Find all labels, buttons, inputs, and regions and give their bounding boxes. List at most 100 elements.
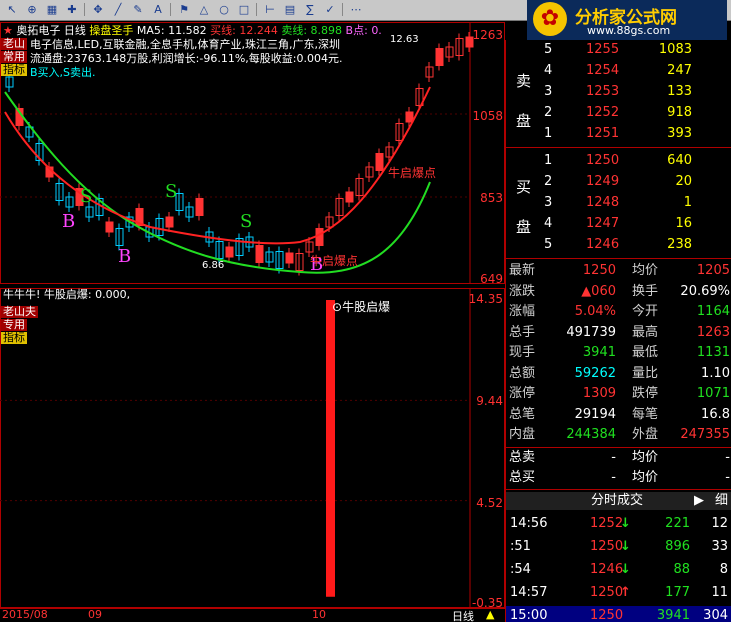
candle-body bbox=[285, 252, 294, 264]
total-value: - bbox=[725, 449, 730, 465]
sell-level: 3 bbox=[544, 84, 553, 99]
quote-value: 1250 bbox=[582, 263, 616, 278]
indicator-legend: ⊙牛股启爆 bbox=[332, 298, 390, 315]
tick-price: 1246 bbox=[590, 561, 624, 577]
brand-url: www.88gs.com bbox=[587, 24, 671, 37]
scroll-up-icon[interactable]: ▲ bbox=[486, 608, 494, 621]
total-row: 总卖 - 均价 - bbox=[506, 448, 731, 468]
text-icon[interactable]: A bbox=[150, 2, 166, 17]
main-kline-chart[interactable]: SSSBBB ★ 奥拓电子 日线 操盘圣手 MA5: 11.582 买线: 12… bbox=[0, 22, 505, 286]
play-icon[interactable]: ▶ bbox=[694, 492, 704, 510]
candle-body bbox=[105, 221, 114, 233]
draw-icon[interactable]: ✎ bbox=[130, 2, 146, 17]
total-value: - bbox=[611, 449, 616, 465]
tick-count: 8 bbox=[719, 561, 728, 577]
quote-value: 244384 bbox=[566, 427, 616, 442]
buy-volume: 20 bbox=[675, 174, 692, 189]
flag-icon[interactable]: ⚑ bbox=[176, 2, 192, 17]
down-arrow-icon: ↓ bbox=[620, 515, 631, 531]
buy-level-row[interactable]: 5 1246 238 bbox=[506, 235, 731, 255]
cross-icon[interactable]: ✚ bbox=[64, 2, 80, 17]
stats-icon[interactable]: ∑ bbox=[302, 2, 318, 17]
buy-level-row[interactable]: 3 1248 1 bbox=[506, 193, 731, 213]
quote-label: 外盘 bbox=[632, 427, 659, 442]
move-icon[interactable]: ✥ bbox=[90, 2, 106, 17]
indicator-chart[interactable]: 牛牛牛! 牛股启爆: 0.000, ⊙牛股启爆 老山夫 专用 指标 14.35 … bbox=[0, 288, 505, 610]
price-label-853: 853 bbox=[480, 191, 503, 205]
legend-label: 牛股启爆 bbox=[342, 300, 391, 314]
quote-value: 1205 bbox=[696, 263, 730, 278]
more-icon[interactable]: ⋯ bbox=[348, 2, 364, 17]
total-label: 总买 bbox=[509, 469, 536, 485]
quote-value: 59262 bbox=[574, 365, 616, 381]
tag-indicator-2[interactable]: 指标 bbox=[1, 332, 27, 344]
quote-label: 最新 bbox=[509, 263, 536, 278]
tick-row: 14:56 1252 221 12 ↓ bbox=[506, 514, 731, 534]
sell-level-row[interactable]: 4 1254 247 bbox=[506, 61, 731, 81]
candle-body bbox=[225, 246, 234, 258]
down-arrow-icon: ↓ bbox=[620, 538, 631, 554]
line-icon[interactable]: ╱ bbox=[110, 2, 126, 17]
total-label: 均价 bbox=[632, 469, 659, 485]
tag-common[interactable]: 常用 bbox=[1, 51, 27, 63]
arrow-icon[interactable]: ↖ bbox=[4, 2, 20, 17]
tag-indicator[interactable]: 指标 bbox=[1, 64, 27, 76]
tick-price: 1252 bbox=[590, 515, 624, 531]
quote-value: 20.69% bbox=[680, 283, 730, 299]
grid-icon[interactable]: ▦ bbox=[44, 2, 60, 17]
sell-level-row[interactable]: 2 1252 918 bbox=[506, 103, 731, 123]
sell-level-row[interactable]: 5 1255 1083 bbox=[506, 40, 731, 60]
sell-level: 4 bbox=[544, 63, 553, 78]
candle-body bbox=[375, 153, 384, 171]
brand-banner: ✿ 分析家公式网 www.88gs.com bbox=[527, 0, 727, 40]
flag-icon: ★ bbox=[3, 24, 13, 37]
quote-row: 总手 491739 最高 1263 bbox=[506, 323, 731, 343]
sell-price: 1255 bbox=[586, 42, 620, 57]
buy-volume: 1 bbox=[683, 195, 692, 210]
ticks-title[interactable]: 分时成交 bbox=[591, 492, 643, 510]
tag-special[interactable]: 专用 bbox=[1, 319, 27, 331]
period-tab[interactable]: 日线 bbox=[452, 608, 474, 622]
tag-laoshanfu[interactable]: 老山夫 bbox=[1, 306, 38, 318]
tick-price: 1250 bbox=[590, 584, 624, 600]
quote-value: ▲060 bbox=[581, 283, 616, 299]
toolbar-separator bbox=[342, 3, 343, 16]
total-label: 总卖 bbox=[509, 449, 536, 465]
tick-count: 33 bbox=[711, 538, 728, 554]
tick-volume: 177 bbox=[665, 584, 690, 600]
tag-laoshan[interactable]: 老山 bbox=[1, 38, 27, 50]
buy-level-row[interactable]: 2 1249 20 bbox=[506, 172, 731, 192]
ruler-icon[interactable]: ⊢ bbox=[262, 2, 278, 17]
triangle-icon[interactable]: △ bbox=[196, 2, 212, 17]
zoom-icon[interactable]: ⊕ bbox=[24, 2, 40, 17]
tick-time: 15:00 bbox=[510, 607, 548, 622]
quote-value: 29194 bbox=[574, 406, 616, 422]
sell-level: 1 bbox=[544, 126, 553, 141]
high-price-marker: 12.63 bbox=[390, 34, 419, 45]
quote-value: 1131 bbox=[696, 345, 730, 360]
check-icon[interactable]: ✓ bbox=[322, 2, 338, 17]
rect-icon[interactable]: □ bbox=[236, 2, 252, 17]
quote-label: 每笔 bbox=[632, 406, 659, 422]
series-label: 牛股启爆: bbox=[43, 288, 92, 301]
quote-label: 涨停 bbox=[509, 386, 536, 401]
tick-price: 1250 bbox=[590, 607, 624, 622]
quote-value: 1071 bbox=[696, 386, 730, 401]
detail-button[interactable]: 细 bbox=[715, 492, 728, 510]
circle-icon[interactable]: ○ bbox=[216, 2, 232, 17]
ind-axis-3: 4.52 bbox=[476, 496, 503, 510]
buy-level-row[interactable]: 4 1247 16 bbox=[506, 214, 731, 234]
candle-body bbox=[255, 245, 264, 263]
flower-logo-icon: ✿ bbox=[533, 2, 567, 36]
divider bbox=[506, 488, 731, 490]
sell-level-row[interactable]: 1 1251 393 bbox=[506, 124, 731, 144]
quote-row: 涨跌 ▲060 换手 20.69% bbox=[506, 282, 731, 302]
buy-level-row[interactable]: 1 1250 640 bbox=[506, 151, 731, 171]
date-left: 2015/08 bbox=[2, 608, 48, 621]
candle-body bbox=[345, 191, 354, 203]
chart-icon[interactable]: ▤ bbox=[282, 2, 298, 17]
quote-label: 量比 bbox=[632, 365, 659, 381]
tick-volume: 88 bbox=[673, 561, 690, 577]
sell-level: 2 bbox=[544, 105, 553, 120]
sell-level-row[interactable]: 3 1253 133 bbox=[506, 82, 731, 102]
